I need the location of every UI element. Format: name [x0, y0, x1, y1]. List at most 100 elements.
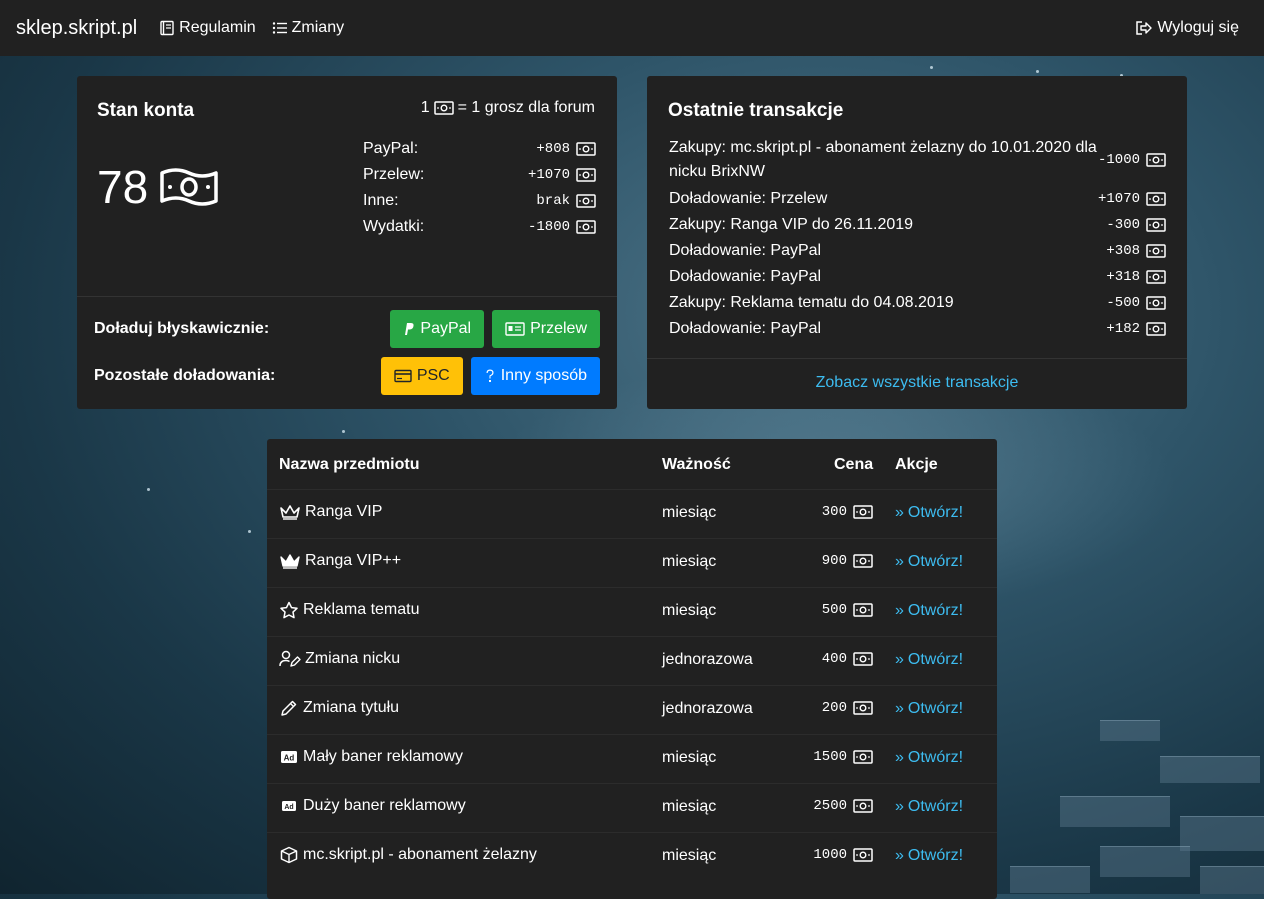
open-item-link[interactable]: » Otwórz! [895, 602, 963, 620]
open-item-link[interactable]: » Otwórz! [895, 504, 963, 522]
transaction-amount: -500 [1106, 295, 1140, 311]
background-star [147, 488, 150, 491]
money-icon [1146, 218, 1166, 232]
item-name: Zmiana tytułu [303, 699, 400, 716]
money-icon [433, 101, 454, 115]
star-icon [280, 601, 298, 619]
table-row: Ranga VIP++ miesiąc 900 » Otwórz! [267, 538, 997, 588]
transactions-list: Zakupy: mc.skript.pl - abonament żelazny… [669, 134, 1166, 342]
money-icon [853, 554, 873, 568]
table-row: Ranga VIP miesiąc 300 » Otwórz! [267, 489, 997, 539]
open-item-label: Otwórz! [907, 700, 964, 717]
money-icon [1146, 192, 1166, 206]
open-item-link[interactable]: » Otwórz! [895, 847, 963, 865]
stat-paypal: PayPal: +808 [363, 136, 596, 162]
transfer-button[interactable]: Przelew [492, 310, 600, 348]
money-icon [853, 603, 873, 617]
money-icon [576, 168, 596, 182]
transaction-row: Zakupy: Reklama tematu do 04.08.2019 -50… [669, 290, 1166, 316]
transaction-row: Zakupy: Ranga VIP do 26.11.2019 -300 [669, 212, 1166, 238]
stat-value: -1800 [527, 219, 570, 235]
table-row: Zmiana nicku jednorazowa 400 » Otwórz! [267, 636, 997, 686]
item-name: Zmiana nicku [305, 650, 401, 667]
double-chevron-icon: » [895, 700, 904, 717]
account-title: Stan konta [97, 100, 195, 121]
table-row: Ad Mały baner reklamowy miesiąc 1500 » Otw… [267, 734, 997, 784]
double-chevron-icon: » [895, 504, 904, 521]
open-item-link[interactable]: » Otwórz! [895, 651, 963, 669]
item-name: Ranga VIP++ [305, 552, 402, 569]
stat-label: Przelew: [363, 166, 425, 183]
item-price: 2500 [813, 798, 847, 814]
credit-card-icon [394, 369, 412, 383]
brand-link[interactable]: sklep.skript.pl [16, 17, 137, 40]
background-block [1010, 866, 1090, 893]
open-item-link[interactable]: » Otwórz! [895, 798, 963, 816]
stat-value: +1070 [527, 167, 570, 183]
transaction-row: Doładowanie: PayPal +182 [669, 316, 1166, 342]
nav-link-label: Regulamin [179, 19, 256, 36]
paypal-button[interactable]: PayPal [390, 310, 485, 348]
background-block [1100, 720, 1160, 741]
open-item-link[interactable]: » Otwórz! [895, 553, 963, 571]
open-item-link[interactable]: » Otwórz! [895, 749, 963, 767]
background-block [1200, 866, 1264, 894]
item-price: 1000 [813, 847, 847, 863]
card-divider [647, 358, 1187, 359]
instant-topup-row: Doładuj błyskawicznie: PayPal Przelew [94, 310, 600, 348]
transaction-amount: +1070 [1097, 191, 1140, 207]
transaction-row: Zakupy: mc.skript.pl - abonament żelazny… [669, 134, 1166, 186]
money-icon [1146, 296, 1166, 310]
top-navbar: sklep.skript.pl Regulamin Zmiany Wyloguj… [0, 0, 1264, 56]
money-icon [576, 194, 596, 208]
table-row: Ad Duży baner reklamowy miesiąc 2500 » Otw… [267, 783, 997, 833]
nav-link-regulamin[interactable]: Regulamin [159, 19, 256, 37]
money-icon [853, 848, 873, 862]
transaction-amount: -300 [1106, 217, 1140, 233]
background-star [930, 66, 933, 69]
transaction-desc: Doładowanie: Przelew [669, 190, 828, 207]
double-chevron-icon: » [895, 847, 904, 864]
transaction-amount: +318 [1106, 269, 1140, 285]
item-validity: miesiąc [662, 847, 717, 864]
list-icon [272, 22, 287, 34]
item-validity: jednorazowa [662, 700, 753, 717]
open-item-label: Otwórz! [907, 553, 964, 570]
item-price: 500 [821, 602, 847, 618]
logout-link[interactable]: Wyloguj się [1135, 19, 1239, 37]
header-actions: Akcje [895, 456, 938, 473]
ad-icon: Ad [282, 801, 296, 811]
exchange-rate: 1 = 1 grosz dla forum [421, 99, 595, 117]
money-icon [853, 750, 873, 764]
svg-text:Ad: Ad [284, 804, 293, 811]
nav-link-zmiany[interactable]: Zmiany [272, 19, 344, 37]
transaction-row: Doładowanie: PayPal +318 [669, 264, 1166, 290]
header-name: Nazwa przedmiotu [279, 456, 420, 473]
item-price: 900 [821, 553, 847, 569]
open-item-link[interactable]: » Otwórz! [895, 700, 963, 718]
book-icon [160, 20, 174, 36]
open-item-label: Otwórz! [907, 798, 964, 815]
double-chevron-icon: » [895, 749, 904, 766]
logout-icon [1136, 21, 1153, 35]
all-transactions-link[interactable]: Zobacz wszystkie transakcje [647, 374, 1187, 392]
transactions-title: Ostatnie transakcje [668, 100, 844, 121]
transaction-desc: Zakupy: Ranga VIP do 26.11.2019 [669, 216, 914, 233]
balance-value: 78 [97, 161, 149, 213]
psc-button[interactable]: PSC [380, 357, 463, 395]
item-validity: jednorazowa [662, 651, 753, 668]
stat-label: Wydatki: [363, 218, 425, 235]
item-name: Mały baner reklamowy [303, 748, 464, 765]
instant-topup-label: Doładuj błyskawicznie: [94, 320, 270, 337]
background-block [1180, 816, 1264, 851]
money-icon [853, 701, 873, 715]
double-chevron-icon: » [895, 798, 904, 815]
other-method-button[interactable]: Inny sposób [470, 357, 600, 395]
transactions-card: Ostatnie transakcje Zakupy: mc.skript.pl… [647, 76, 1187, 409]
item-name: Reklama tematu [303, 601, 420, 618]
money-icon [853, 799, 873, 813]
account-card: Stan konta 1 = 1 grosz dla forum 78 PayP… [77, 76, 617, 409]
item-validity: miesiąc [662, 798, 717, 815]
transaction-desc: Doładowanie: PayPal [669, 242, 822, 259]
nav-link-label: Zmiany [291, 19, 345, 36]
